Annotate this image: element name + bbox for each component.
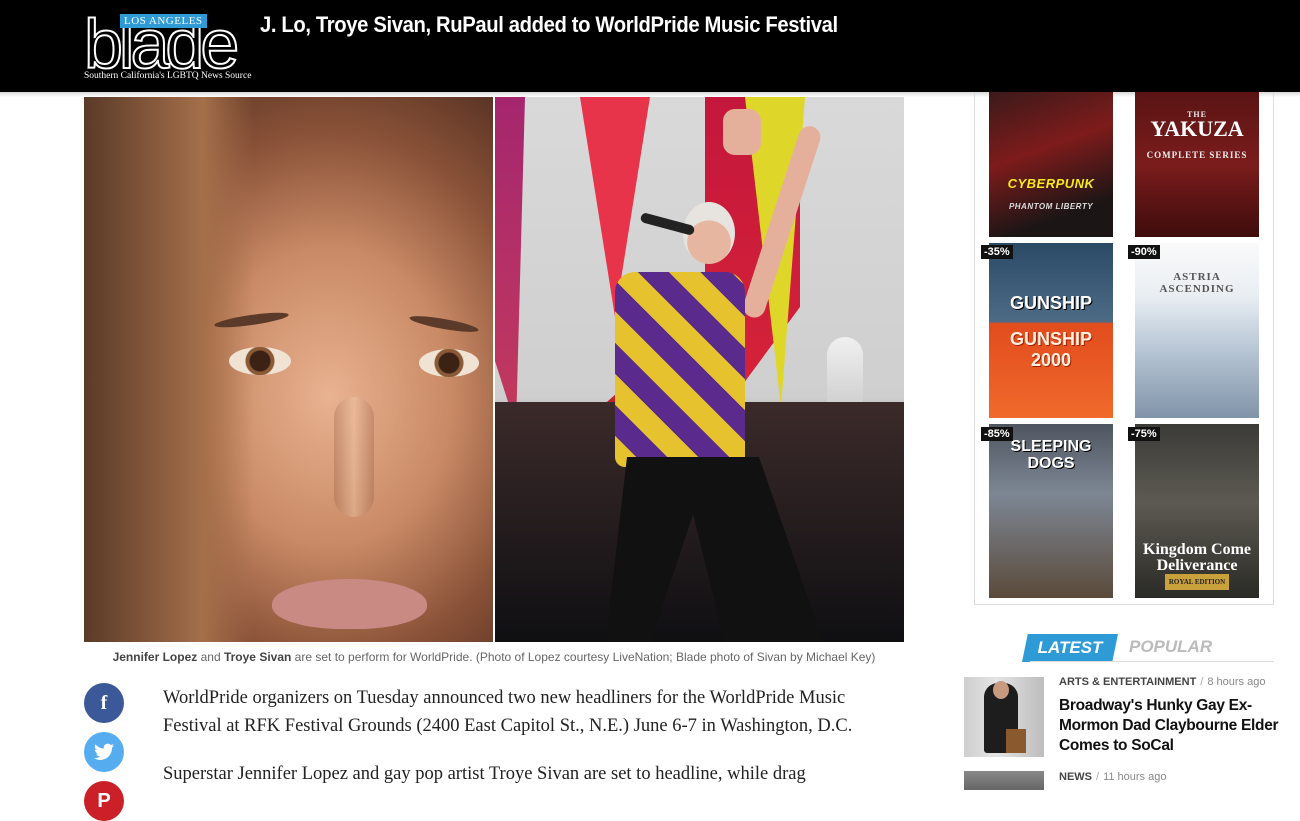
logo-tagline: Southern California's LGBTQ News Source — [84, 71, 252, 81]
game-subtitle: ROYAL EDITION — [1165, 574, 1229, 590]
news-category[interactable]: NEWS — [1059, 771, 1092, 783]
news-meta: ARTS & ENTERTAINMENT /8 hours ago — [1059, 676, 1265, 688]
pinterest-share-button[interactable]: P — [84, 781, 124, 821]
hero-image — [84, 97, 904, 642]
news-thumbnail[interactable] — [964, 677, 1044, 757]
game-subtitle: COMPLETE SERIES — [1146, 150, 1248, 160]
ad-game-yakuza[interactable]: THE YAKUZA COMPLETE SERIES — [1135, 92, 1259, 237]
news-meta: NEWS /11 hours ago — [1059, 771, 1166, 783]
discount-badge: -90% — [1128, 245, 1160, 259]
meta-separator: / — [1096, 771, 1100, 783]
photo-troye-sivan — [495, 97, 904, 642]
site-header: blade LOS ANGELES Southern California's … — [0, 0, 1300, 92]
caption-name-2: Troye Sivan — [223, 650, 292, 664]
ad-game-gunship[interactable]: GUNSHIP GUNSHIP 2000 — [989, 243, 1113, 418]
facebook-share-button[interactable]: f — [84, 683, 124, 723]
game-title: YAKUZA — [1150, 116, 1244, 141]
tab-latest[interactable]: LATEST — [1022, 634, 1118, 662]
twitter-share-button[interactable] — [84, 732, 124, 772]
meta-separator: / — [1200, 676, 1204, 688]
caption-credit: are set to perform for WorldPride. (Phot… — [291, 650, 876, 664]
news-thumbnail[interactable] — [964, 771, 1044, 790]
ad-game-sleeping-dogs[interactable]: SLEEPING DOGS — [989, 424, 1113, 598]
news-time: 11 hours ago — [1103, 771, 1167, 783]
discount-badge: -35% — [981, 245, 1013, 259]
facebook-icon: f — [100, 691, 108, 714]
site-logo[interactable]: blade LOS ANGELES Southern California's … — [83, 8, 251, 86]
game-title: SLEEPING DOGS — [1010, 438, 1092, 472]
caption-name-1: Jennifer Lopez — [112, 650, 198, 664]
ad-game-cyberpunk[interactable]: CYBERPUNK PHANTOM LIBERTY — [989, 92, 1113, 237]
game-subtitle: PHANTOM LIBERTY — [1008, 202, 1094, 211]
article-paragraph: WorldPride organizers on Tuesday announc… — [163, 688, 853, 736]
news-category[interactable]: ARTS & ENTERTAINMENT — [1059, 676, 1196, 688]
ad-game-astria-ascending[interactable]: ASTRIA ASCENDING — [1135, 243, 1259, 418]
discount-badge: -75% — [1128, 427, 1160, 441]
photo-jennifer-lopez — [84, 97, 493, 642]
caption-and: and — [197, 650, 224, 664]
article-headline: J. Lo, Troye Sivan, RuPaul added to Worl… — [260, 12, 838, 37]
news-title-link[interactable]: Broadway's Hunky Gay Ex-Mormon Dad Clayb… — [1059, 696, 1279, 756]
image-caption: Jennifer Lopez and Troye Sivan are set t… — [84, 650, 904, 664]
game-title: ASTRIA ASCENDING — [1159, 271, 1235, 295]
tab-divider — [1030, 661, 1274, 662]
game-title: CYBERPUNK — [1007, 176, 1095, 191]
game-title: GUNSHIP — [1009, 293, 1092, 313]
discount-badge: -85% — [981, 427, 1013, 441]
capitol-dome — [827, 337, 863, 407]
article-paragraph: Superstar Jennifer Lopez and gay pop art… — [163, 764, 806, 784]
twitter-icon — [94, 743, 114, 760]
news-time: 8 hours ago — [1207, 676, 1266, 688]
game-title: Kingdom Come Deliverance — [1143, 541, 1251, 574]
pinterest-icon: P — [97, 789, 111, 812]
logo-location-tag: LOS ANGELES — [120, 14, 207, 28]
ad-game-kingdom-come[interactable]: Kingdom Come Deliverance ROYAL EDITION — [1135, 424, 1259, 598]
game-subtitle: GUNSHIP 2000 — [1009, 329, 1092, 370]
tab-popular[interactable]: POPULAR — [1129, 637, 1212, 657]
